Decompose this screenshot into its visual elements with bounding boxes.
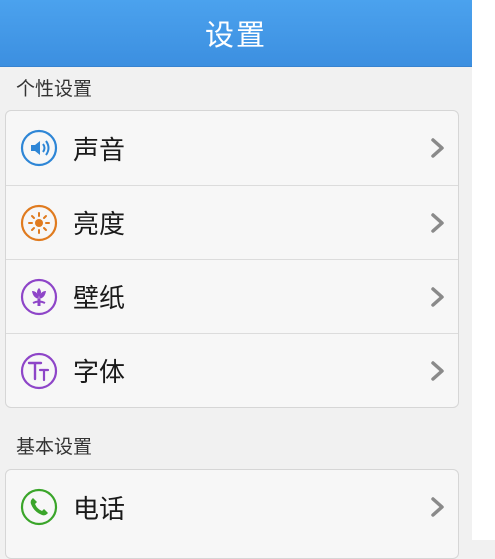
right-margin: [472, 0, 495, 540]
settings-item-font[interactable]: 字体: [6, 333, 458, 407]
basic-settings-group: 电话: [5, 469, 459, 559]
chevron-right-icon: [431, 138, 444, 158]
sun-icon: [20, 204, 58, 242]
flower-icon: [20, 278, 58, 316]
speaker-icon: [20, 129, 58, 167]
section-title-personal: 个性设置: [16, 78, 93, 100]
page-title: 设置: [0, 0, 472, 67]
settings-item-label: 壁纸: [73, 284, 126, 314]
phone-icon: [20, 488, 58, 526]
chevron-right-icon: [431, 360, 444, 381]
section-title-basic: 基本设置: [16, 436, 93, 458]
settings-item-brightness[interactable]: 亮度: [6, 185, 458, 259]
settings-item-phone[interactable]: 电话: [6, 470, 458, 544]
settings-item-label: 声音: [73, 135, 126, 166]
chevron-right-icon: [431, 286, 444, 307]
settings-item-wallpaper[interactable]: 壁纸: [6, 259, 458, 333]
personal-settings-group: 声音 亮度 壁纸 字体: [5, 110, 459, 408]
settings-item-label: 电话: [73, 494, 126, 525]
settings-item-label: 亮度: [73, 210, 126, 240]
font-icon: [20, 352, 58, 390]
chevron-right-icon: [431, 212, 444, 233]
chevron-right-icon: [431, 497, 444, 517]
settings-item-sound[interactable]: 声音: [6, 111, 458, 185]
settings-item-label: 字体: [73, 358, 126, 388]
